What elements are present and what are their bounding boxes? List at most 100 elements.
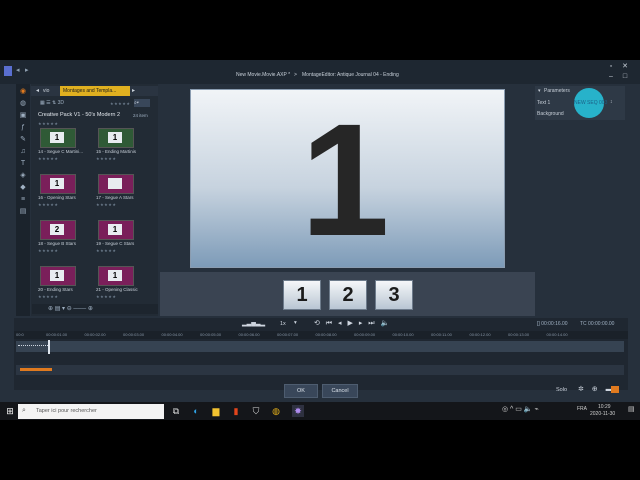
shape-icon[interactable]: ◆ bbox=[18, 183, 28, 192]
system-tray-icons[interactable]: ◎ ^ ▭ 🔈 ⌁ bbox=[502, 405, 539, 413]
thumbnail-number: 1 bbox=[108, 270, 122, 281]
countdown-2[interactable]: 2 bbox=[329, 280, 367, 310]
waveform bbox=[18, 345, 48, 349]
language-indicator[interactable]: FRA bbox=[577, 406, 587, 412]
footer-tools-icons[interactable]: ⊕ ▤ ▾ ⊖ ─── ⊕ bbox=[48, 305, 93, 312]
chevron-down-icon[interactable]: ▾ bbox=[538, 88, 541, 94]
clock-date[interactable]: 2020-11-30 bbox=[590, 411, 615, 417]
ruler-tick-label: 00:00:09.00 bbox=[354, 332, 376, 337]
ruler-tick-label: 00:00:01.00 bbox=[46, 332, 68, 337]
record-icon[interactable] bbox=[611, 386, 619, 393]
template-thumbnail[interactable]: 1 bbox=[98, 220, 134, 240]
fx-icon[interactable]: ƒ bbox=[18, 123, 28, 132]
close-icon[interactable]: ✕ bbox=[620, 62, 630, 72]
template-thumbnail[interactable]: 2 bbox=[40, 220, 76, 240]
cancel-button[interactable]: Cancel bbox=[322, 384, 358, 398]
app-logo-icon bbox=[4, 66, 12, 76]
transport-controls[interactable]: ⟲ ⏮ ◂ ▶ ▸ ⏭ 🔈 bbox=[314, 319, 391, 328]
sticker-icon[interactable]: ◈ bbox=[18, 171, 28, 180]
taskbar-search-input[interactable]: Taper ici pour rechercher bbox=[18, 404, 164, 419]
tab-video[interactable]: vio bbox=[43, 88, 49, 94]
countdown-1[interactable]: 1 bbox=[283, 280, 321, 310]
breadcrumb-separator: > bbox=[294, 72, 297, 78]
camera-icon[interactable]: ▣ bbox=[18, 111, 28, 120]
audio-scrub-icon[interactable]: ▂▃▅▃▂ bbox=[242, 320, 265, 327]
template-thumbnail[interactable] bbox=[98, 174, 134, 194]
library-icon[interactable]: ◉ bbox=[18, 87, 28, 96]
ruler-tick-label: 00:00:12.00 bbox=[469, 332, 491, 337]
template-thumbnail[interactable]: 1 bbox=[40, 266, 76, 286]
ruler-tick-label: 00:00:13.00 bbox=[508, 332, 530, 337]
template-thumbnail[interactable]: 1 bbox=[40, 128, 76, 148]
notification-icon[interactable]: ▤ bbox=[628, 405, 635, 413]
thumbnail-number bbox=[108, 178, 122, 189]
timecode-readout: TC 00:00:00.00 bbox=[580, 321, 615, 327]
tab-next-icon[interactable]: ▸ bbox=[132, 87, 135, 94]
minimize-icon[interactable]: – bbox=[606, 72, 616, 82]
video-track[interactable] bbox=[16, 341, 624, 352]
rating-stars: ★★★★★ bbox=[96, 294, 117, 299]
film-icon[interactable]: ▤ bbox=[18, 207, 28, 216]
timeline-panel bbox=[14, 318, 628, 390]
playhead[interactable] bbox=[48, 340, 50, 354]
scrollbar-track[interactable] bbox=[16, 365, 624, 375]
thumbnail-number: 2 bbox=[50, 224, 64, 235]
rating-stars: ★★★★★ bbox=[38, 248, 59, 253]
collection-title: Creative Pack V1 - 50's Modern 2 bbox=[38, 112, 121, 118]
ruler-tick-label: 00:00:14.00 bbox=[546, 332, 568, 337]
text-icon[interactable]: T bbox=[18, 159, 28, 168]
template-thumbnail[interactable]: 1 bbox=[98, 266, 134, 286]
maximize-icon[interactable]: □ bbox=[620, 72, 630, 82]
thumbnail-number: 1 bbox=[50, 178, 64, 189]
file-explorer-icon[interactable]: ▆ bbox=[210, 405, 222, 417]
ok-button[interactable]: OK bbox=[284, 384, 318, 398]
thumbnail-number: 1 bbox=[108, 224, 122, 235]
windows-start-icon[interactable]: ⊞ bbox=[4, 405, 16, 417]
store-icon[interactable]: ⛉ bbox=[250, 405, 262, 417]
template-caption: 16 - Opening Stars bbox=[38, 195, 76, 200]
background-param-label: Background bbox=[537, 111, 564, 117]
clock-time[interactable]: 10:29 bbox=[598, 404, 611, 410]
template-caption: 17 - Segue A Stars bbox=[96, 195, 134, 200]
layers-icon[interactable]: ≡ bbox=[18, 195, 28, 204]
speed-chevron-icon[interactable]: ▾ bbox=[294, 320, 297, 326]
rating-stars: ★★★★★ bbox=[38, 294, 59, 299]
office-icon[interactable]: ▮ bbox=[230, 405, 242, 417]
tab-montages[interactable]: Montages and Templa... bbox=[60, 86, 130, 96]
template-caption: 14 - Segue C Martini... bbox=[38, 149, 84, 154]
scrollbar-thumb[interactable] bbox=[20, 368, 52, 371]
rating-filter[interactable]: ★★★★★ bbox=[110, 101, 130, 106]
template-caption: 21 - Opening Classic bbox=[96, 287, 138, 292]
template-thumbnail[interactable]: 1 bbox=[40, 174, 76, 194]
rating-stars: ★★★★★ bbox=[96, 248, 117, 253]
param-edit-icon[interactable]: ↕ bbox=[610, 99, 613, 105]
ruler-tick-label: 00:00:10.00 bbox=[392, 332, 414, 337]
preview-big-number: 1 bbox=[300, 90, 390, 269]
rating-stars: ★★★★★ bbox=[38, 156, 59, 161]
tab-arrow-icon[interactable]: ◂ bbox=[36, 87, 39, 94]
globe-icon[interactable]: ◍ bbox=[18, 99, 28, 108]
template-caption: 15 - Ending Martinis bbox=[96, 149, 137, 154]
solo-button[interactable]: Solo bbox=[556, 387, 567, 393]
pinnacle-icon[interactable]: ✸ bbox=[292, 405, 304, 417]
ruler-tick-label: 00:00:11.00 bbox=[431, 332, 452, 337]
template-thumbnail[interactable]: 1 bbox=[98, 128, 134, 148]
edge-icon[interactable]: ◐ bbox=[190, 405, 202, 417]
ruler-tick-label: 00:0 bbox=[16, 332, 24, 337]
search-icon[interactable]: ⌕▾ bbox=[134, 99, 150, 107]
ruler-tick-label: 00:00:02.00 bbox=[84, 332, 106, 337]
speed-select[interactable]: 1x bbox=[280, 321, 286, 327]
item-count: 24 item bbox=[133, 113, 148, 118]
view-toggle-icons[interactable]: ▦ ☰ ⇅ 3D bbox=[40, 100, 64, 106]
task-view-icon[interactable]: ⧉ bbox=[170, 405, 182, 417]
forward-arrow-icon[interactable]: ▸ bbox=[25, 66, 29, 74]
countdown-3[interactable]: 3 bbox=[375, 280, 413, 310]
chrome-icon[interactable]: ◍ bbox=[270, 405, 282, 417]
text-param-value[interactable]: NEW SEQ 003 bbox=[574, 100, 607, 106]
brush-icon[interactable]: ✎ bbox=[18, 135, 28, 144]
audio-tools-icons[interactable]: ✲ ⊕ ▬ bbox=[578, 385, 616, 393]
music-icon[interactable]: ♫ bbox=[18, 147, 28, 156]
restore-icon[interactable]: ▫ bbox=[606, 62, 616, 72]
back-arrow-icon[interactable]: ◂ bbox=[16, 66, 20, 74]
search-icon: ⌕ bbox=[22, 407, 26, 414]
